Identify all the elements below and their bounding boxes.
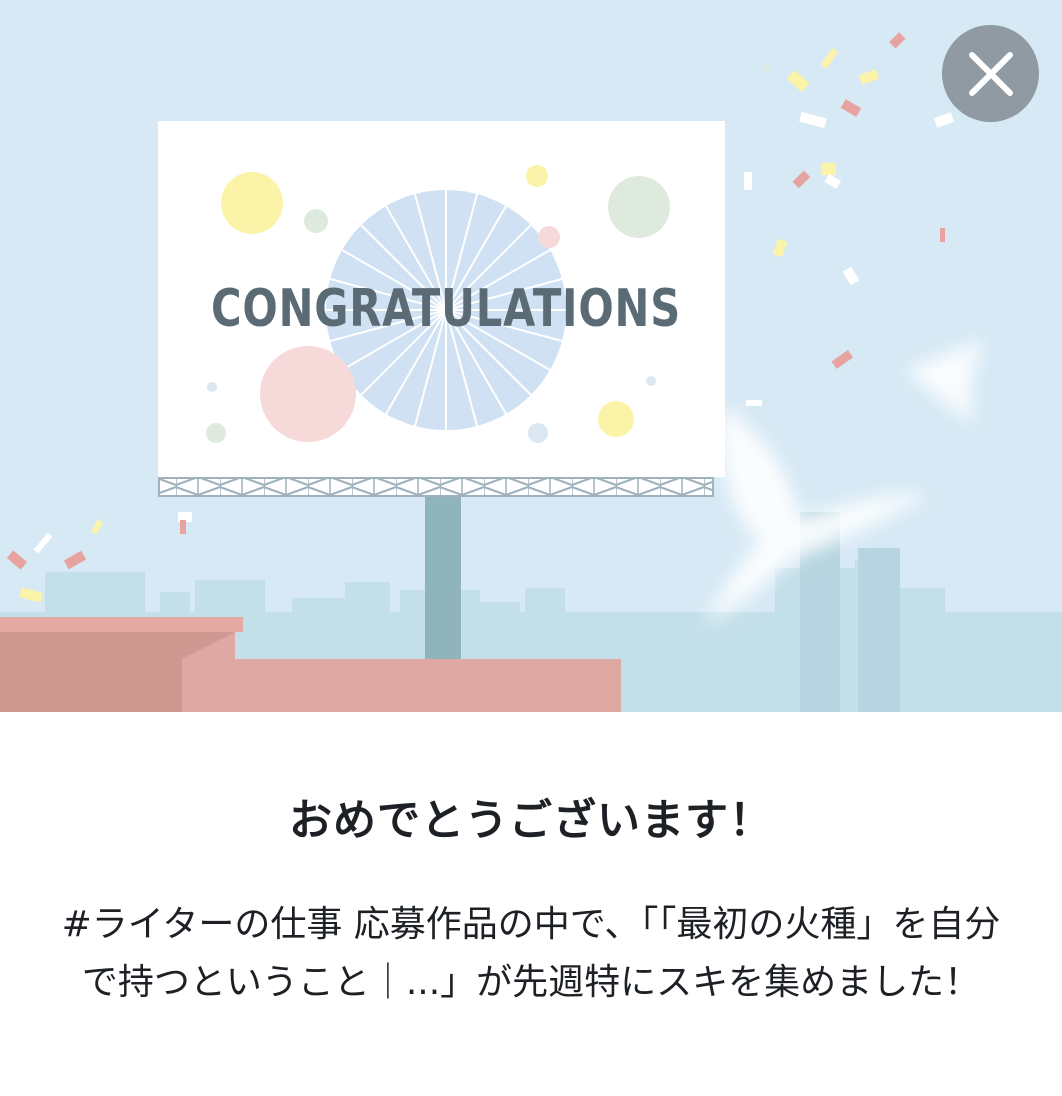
billboard-text: CONGRATULATIONS [211, 279, 681, 339]
congratulations-illustration: CONGRATULATIONS [0, 0, 1062, 712]
close-button[interactable] [942, 25, 1039, 122]
headline: おめでとうございます！ [289, 796, 773, 846]
congratulations-dialog: CONGRATULATIONS おめでとうございます！ #ライターの仕事 応募作… [0, 0, 1062, 1096]
message-text: #ライターの仕事 応募作品の中で、「「最初の火種」を自分で持つということ｜...… [61, 904, 1001, 1003]
close-icon [968, 51, 1013, 96]
